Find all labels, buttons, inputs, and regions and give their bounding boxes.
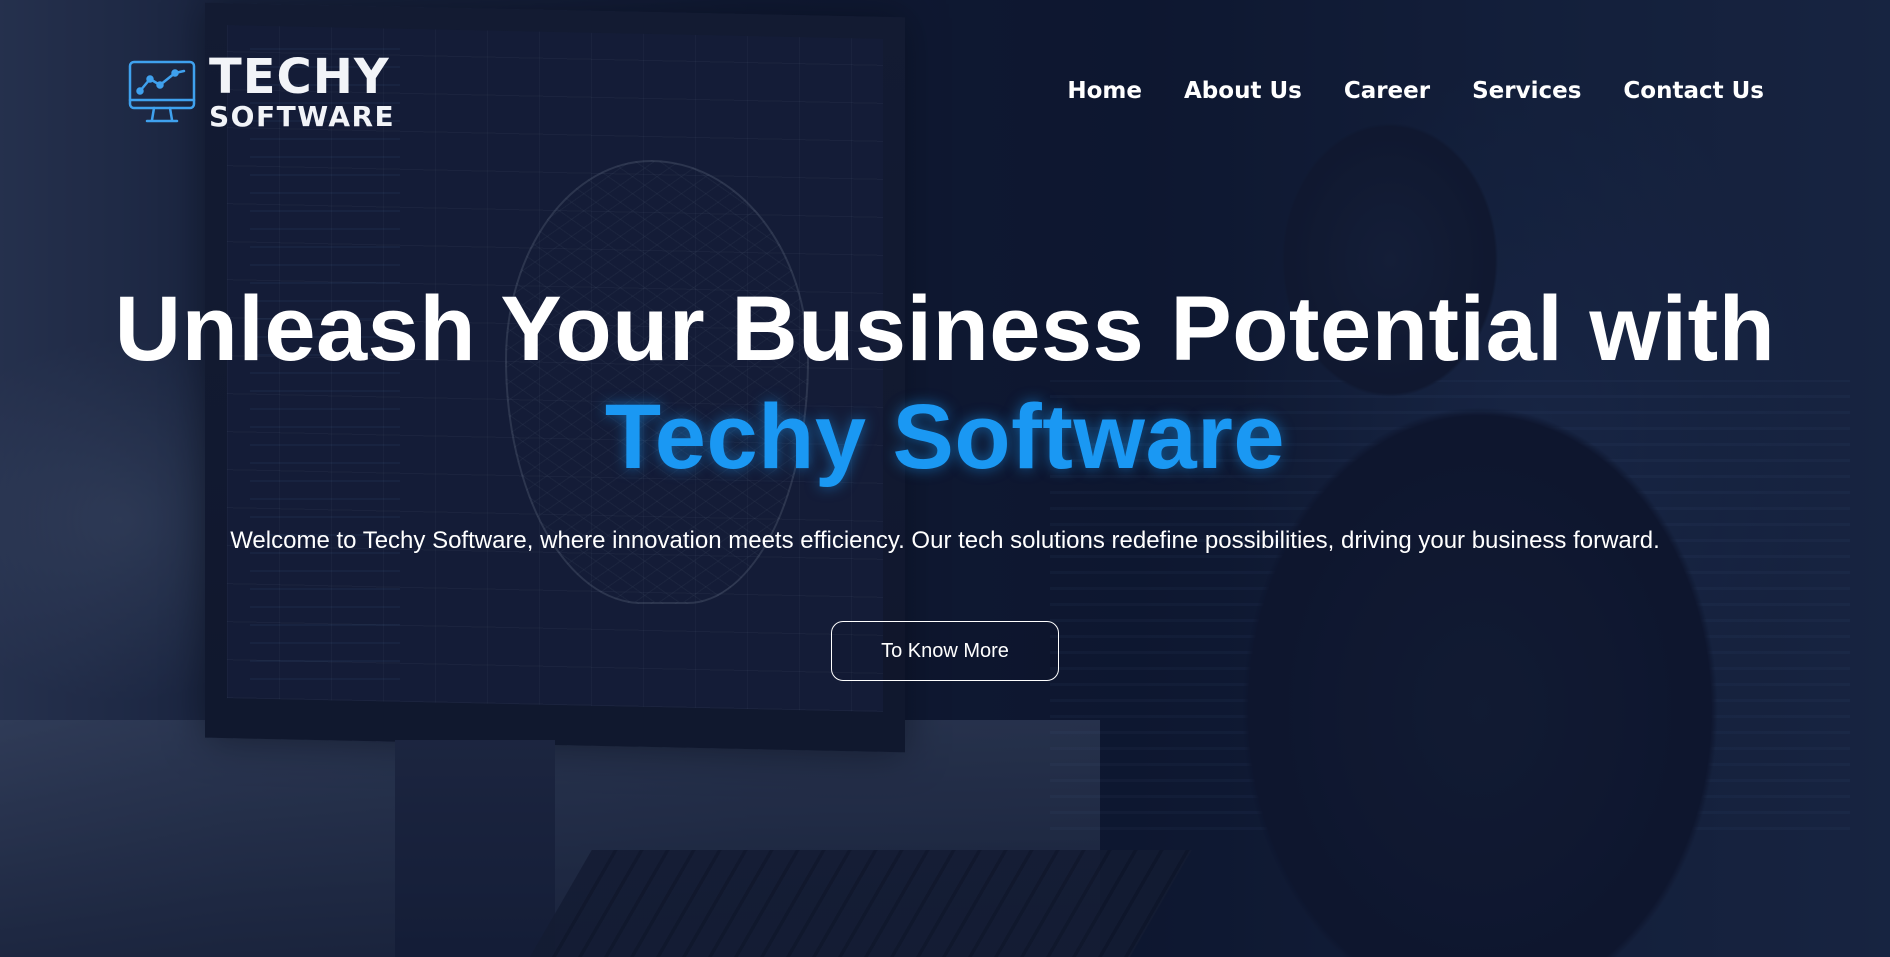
hero-content: Unleash Your Business Potential with Tec…: [0, 275, 1890, 681]
nav-item-career[interactable]: Career: [1344, 78, 1430, 104]
nav-item-about-us[interactable]: About Us: [1184, 78, 1302, 104]
monitor-chart-icon: [128, 60, 196, 123]
brand-name-line2: SOFTWARE: [209, 100, 396, 133]
hero-subtitle: Welcome to Techy Software, where innovat…: [230, 527, 1660, 554]
main-nav: Home About Us Career Services Contact Us: [1067, 78, 1764, 104]
know-more-button[interactable]: To Know More: [831, 621, 1059, 681]
brand-logo[interactable]: TECHY SOFTWARE: [127, 53, 395, 131]
nav-item-contact-us[interactable]: Contact Us: [1623, 78, 1764, 104]
hero-headline-line1: Unleash Your Business Potential with: [114, 278, 1776, 380]
brand-name-line1: TECHY: [209, 49, 390, 105]
hero-headline: Unleash Your Business Potential with Tec…: [0, 275, 1890, 491]
nav-item-services[interactable]: Services: [1472, 78, 1581, 104]
brand-wordmark: TECHY SOFTWARE: [209, 53, 395, 131]
nav-item-home[interactable]: Home: [1067, 78, 1142, 104]
hero-headline-accent: Techy Software: [604, 386, 1286, 488]
hero-section: TECHY SOFTWARE Home About Us Career Serv…: [0, 0, 1890, 957]
